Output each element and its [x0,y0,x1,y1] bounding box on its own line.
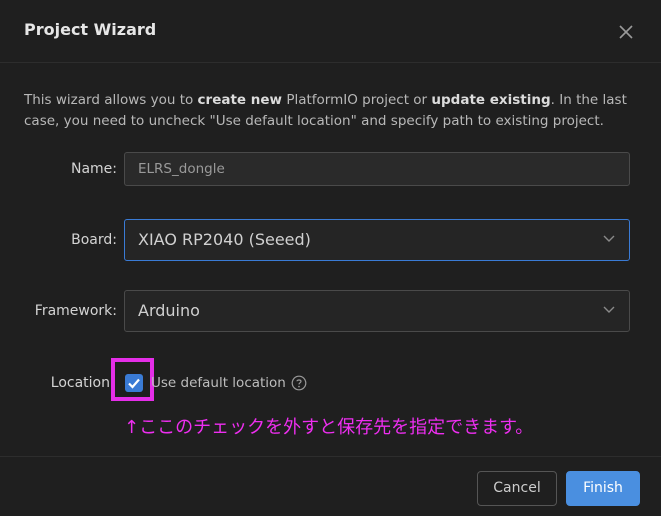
wizard-description: This wizard allows you to create new Pla… [24,90,634,132]
name-label: Name: [70,161,117,177]
help-circle-icon[interactable] [291,375,307,391]
dialog-footer [0,456,661,516]
framework-select[interactable]: Arduino [124,290,630,332]
description-text: PlatformIO project or [282,92,432,108]
framework-select-value: Arduino [138,301,200,320]
description-text: This wizard allows you to [24,92,198,108]
project-wizard-dialog: Project Wizard This wizard allows you to… [0,0,661,516]
close-icon [619,25,633,39]
dialog-header: Project Wizard [0,0,661,63]
board-select-value: XIAO RP2040 (Seeed) [138,230,311,249]
name-input[interactable]: ELRS_dongle [124,152,630,186]
close-button[interactable] [616,22,636,42]
dialog-title: Project Wizard [24,20,157,39]
description-bold-update: update existing [431,92,551,108]
name-input-value: ELRS_dongle [138,161,225,177]
use-default-location-label[interactable]: Use default location [151,375,286,391]
cancel-button[interactable]: Cancel [477,471,557,506]
location-label: Location [50,375,110,391]
board-label: Board: [71,232,117,248]
annotation-highlight-box [111,358,154,401]
finish-button[interactable]: Finish [566,471,640,506]
board-select[interactable]: XIAO RP2040 (Seeed) [124,219,630,261]
chevron-down-icon [603,235,615,242]
framework-label: Framework: [34,303,117,319]
annotation-note: ↑ここのチェックを外すと保存先を指定できます。 [124,417,534,438]
description-bold-create: create new [197,92,283,108]
chevron-down-icon [603,306,615,313]
